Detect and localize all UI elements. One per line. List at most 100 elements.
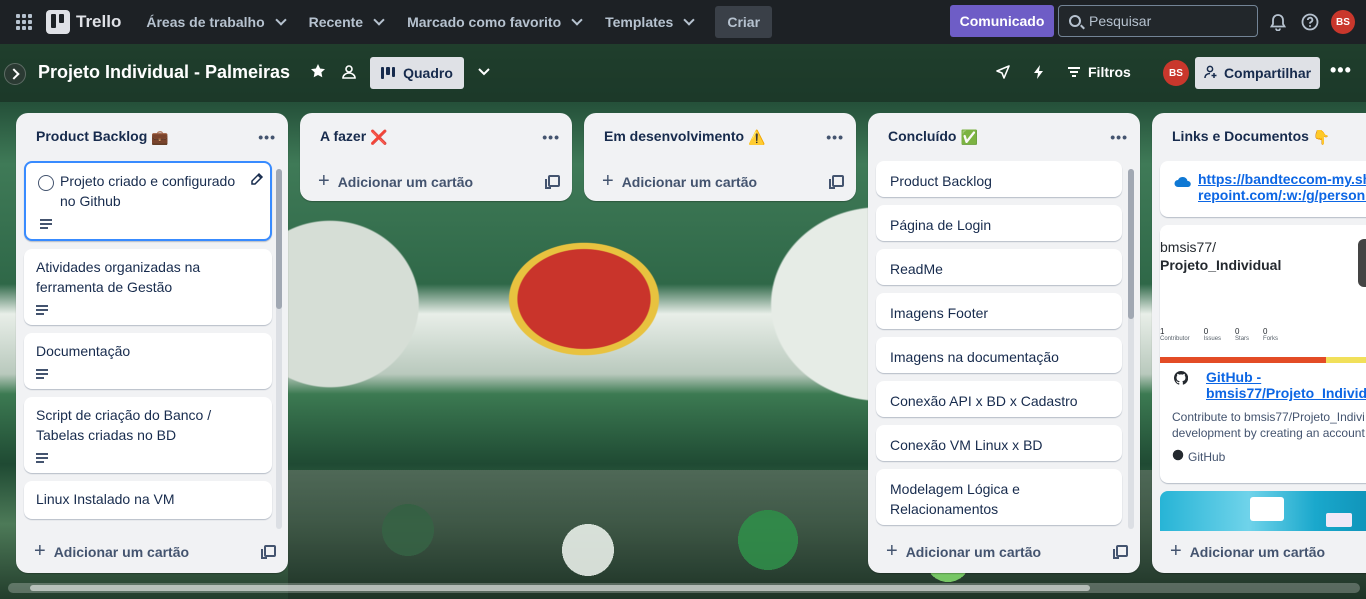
list-title: A fazer (320, 128, 367, 145)
board-menu-icon[interactable]: ••• (1330, 60, 1352, 81)
card[interactable]: Atividades organizadas na ferramenta de … (24, 249, 272, 325)
card[interactable]: Projeto criado e configurado no Github (24, 161, 272, 241)
add-card-label: Adicionar um cartão (53, 543, 190, 560)
board-horizontal-scrollbar[interactable] (8, 583, 1360, 593)
card[interactable]: Modelagem Lógica e Relacionamentos (876, 469, 1122, 525)
card[interactable]: Script de criação do Banco / Tabelas cri… (24, 397, 272, 473)
image-attachment-card[interactable] (1160, 491, 1366, 531)
card[interactable]: Conexão API x BD x Cadastro (876, 381, 1122, 417)
search-input[interactable] (1089, 13, 1239, 29)
nav-starred[interactable]: Marcado como favorito (407, 14, 583, 30)
github-preview-image: bmsis77/ Projeto_Individual 1 Contributor… (1160, 225, 1366, 363)
edit-card-icon[interactable] (250, 171, 264, 191)
repo-stats: 1 Contributor 0 Issues 0 Stars 0 Forks (1160, 327, 1278, 342)
chevron-down-icon (683, 14, 696, 26)
add-card-button[interactable]: + Adicionar um cartão (16, 531, 288, 571)
card-title: Atividades organizadas na ferramenta de … (36, 259, 201, 295)
github-card-body: GitHub - bmsis77/Projeto_Individua Contr… (1160, 363, 1366, 464)
list-menu-icon[interactable]: ••• (258, 129, 276, 145)
onedrive-cloud-icon (1174, 175, 1192, 191)
list-title-wrapper[interactable]: Links e Documentos 👇 (1172, 128, 1330, 146)
list-menu-icon[interactable]: ••• (542, 129, 560, 145)
board-title[interactable]: Projeto Individual - Palmeiras (38, 62, 290, 83)
description-icon (36, 305, 48, 315)
star-icon[interactable] (310, 63, 326, 84)
board-view-icon (381, 67, 396, 79)
search-box[interactable] (1058, 5, 1258, 37)
complete-checkbox-icon[interactable] (38, 175, 54, 191)
card[interactable]: Documentação (24, 333, 272, 389)
board-view-label: Quadro (403, 65, 453, 81)
list-title: Product Backlog (36, 128, 148, 145)
nav-templates[interactable]: Templates (605, 14, 696, 30)
filters-button[interactable]: Filtros (1068, 64, 1131, 80)
app-switcher-icon[interactable] (16, 14, 32, 30)
card[interactable]: Conexão VM Linux x BD (876, 425, 1122, 461)
add-card-button[interactable]: + Adicionar um cartão (300, 161, 572, 201)
list-title: Concluído (888, 128, 957, 145)
card[interactable]: Imagens Footer (876, 293, 1122, 329)
card-title: Linux Instalado na VM (36, 491, 175, 507)
board-member-avatar[interactable]: BS (1163, 60, 1189, 86)
card-template-icon[interactable] (545, 175, 560, 189)
expand-sidebar-button[interactable] (4, 63, 26, 85)
list-title: Em desenvolvimento (604, 128, 745, 145)
github-link-title-line2[interactable]: bmsis77/Projeto_Individua (1206, 385, 1366, 401)
card[interactable]: Imagens na documentação (876, 337, 1122, 373)
add-card-button[interactable]: + Adicionar um cartão (1152, 531, 1366, 571)
add-card-button[interactable]: + Adicionar um cartão (584, 161, 856, 201)
automation-icon[interactable] (1033, 65, 1045, 84)
card[interactable]: Página de Login (876, 205, 1122, 241)
card[interactable]: ReadMe (876, 249, 1122, 285)
briefcase-emoji: 💼 (151, 128, 169, 145)
bell-icon[interactable] (1267, 11, 1289, 33)
trello-logo[interactable]: Trello (46, 10, 121, 34)
list-a-fazer: A fazer ❌ ••• + Adicionar um cartão (300, 113, 572, 201)
github-link-title-line1[interactable]: GitHub - (1206, 369, 1366, 385)
power-ups-icon[interactable] (996, 65, 1010, 84)
card-template-icon[interactable] (1113, 545, 1128, 559)
card[interactable]: Linux Instalado na VM (24, 481, 272, 519)
list-scrollbar[interactable] (1128, 169, 1134, 529)
link-card[interactable]: https://bandteccom-my.sh repoint.com/:w:… (1160, 161, 1366, 217)
github-card[interactable]: bmsis77/ Projeto_Individual 1 Contributor… (1160, 225, 1366, 483)
link-url-line2[interactable]: repoint.com/:w:/g/person. (1198, 187, 1366, 203)
user-avatar[interactable]: BS (1331, 10, 1355, 34)
card-template-icon[interactable] (829, 175, 844, 189)
add-card-button[interactable]: + Adicionar um cartão (868, 531, 1140, 571)
pointing-down-emoji: 👇 (1312, 128, 1331, 145)
list-cards: Projeto criado e configurado no Github A… (16, 161, 288, 531)
nav-recent[interactable]: Recente (309, 14, 385, 30)
add-card-label: Adicionar um cartão (621, 173, 758, 190)
view-switcher-chevron-icon[interactable] (476, 64, 492, 85)
share-button[interactable]: Compartilhar (1195, 57, 1320, 89)
workspace-visibility-icon[interactable] (341, 64, 357, 85)
plus-icon: + (1170, 539, 1182, 562)
nav-workspaces-label: Áreas de trabalho (146, 14, 265, 30)
help-icon[interactable] (1299, 11, 1321, 33)
board-view-button[interactable]: Quadro (370, 57, 464, 89)
list-scrollbar[interactable] (276, 169, 282, 529)
card[interactable]: Product Backlog (876, 161, 1122, 197)
cross-mark-emoji: ❌ (370, 128, 388, 145)
list-menu-icon[interactable]: ••• (826, 129, 844, 145)
repo-owner: bmsis77/ (1160, 239, 1217, 255)
list-title-wrapper[interactable]: A fazer ❌ (320, 128, 388, 146)
list-title-wrapper[interactable]: Concluído ✅ (888, 128, 978, 146)
list-title-wrapper[interactable]: Product Backlog 💼 (36, 128, 169, 146)
chevron-down-icon (373, 14, 385, 26)
card-template-icon[interactable] (261, 545, 276, 559)
description-icon (40, 219, 52, 229)
create-button[interactable]: Criar (715, 6, 773, 38)
repo-stat: 1 Contributor (1160, 327, 1190, 342)
github-small-icon (1172, 449, 1184, 464)
list-title-wrapper[interactable]: Em desenvolvimento ⚠️ (604, 128, 765, 146)
plus-icon: + (602, 169, 614, 192)
list-menu-icon[interactable]: ••• (1110, 129, 1128, 145)
announcement-button[interactable]: Comunicado (950, 5, 1054, 37)
link-url-line1[interactable]: https://bandteccom-my.sh (1198, 171, 1366, 187)
chevron-down-icon (274, 14, 287, 26)
nav-workspaces[interactable]: Áreas de trabalho (146, 14, 287, 30)
list-concluido: Concluído ✅ ••• Product Backlog Página de… (868, 113, 1140, 573)
nav-templates-label: Templates (605, 14, 674, 30)
